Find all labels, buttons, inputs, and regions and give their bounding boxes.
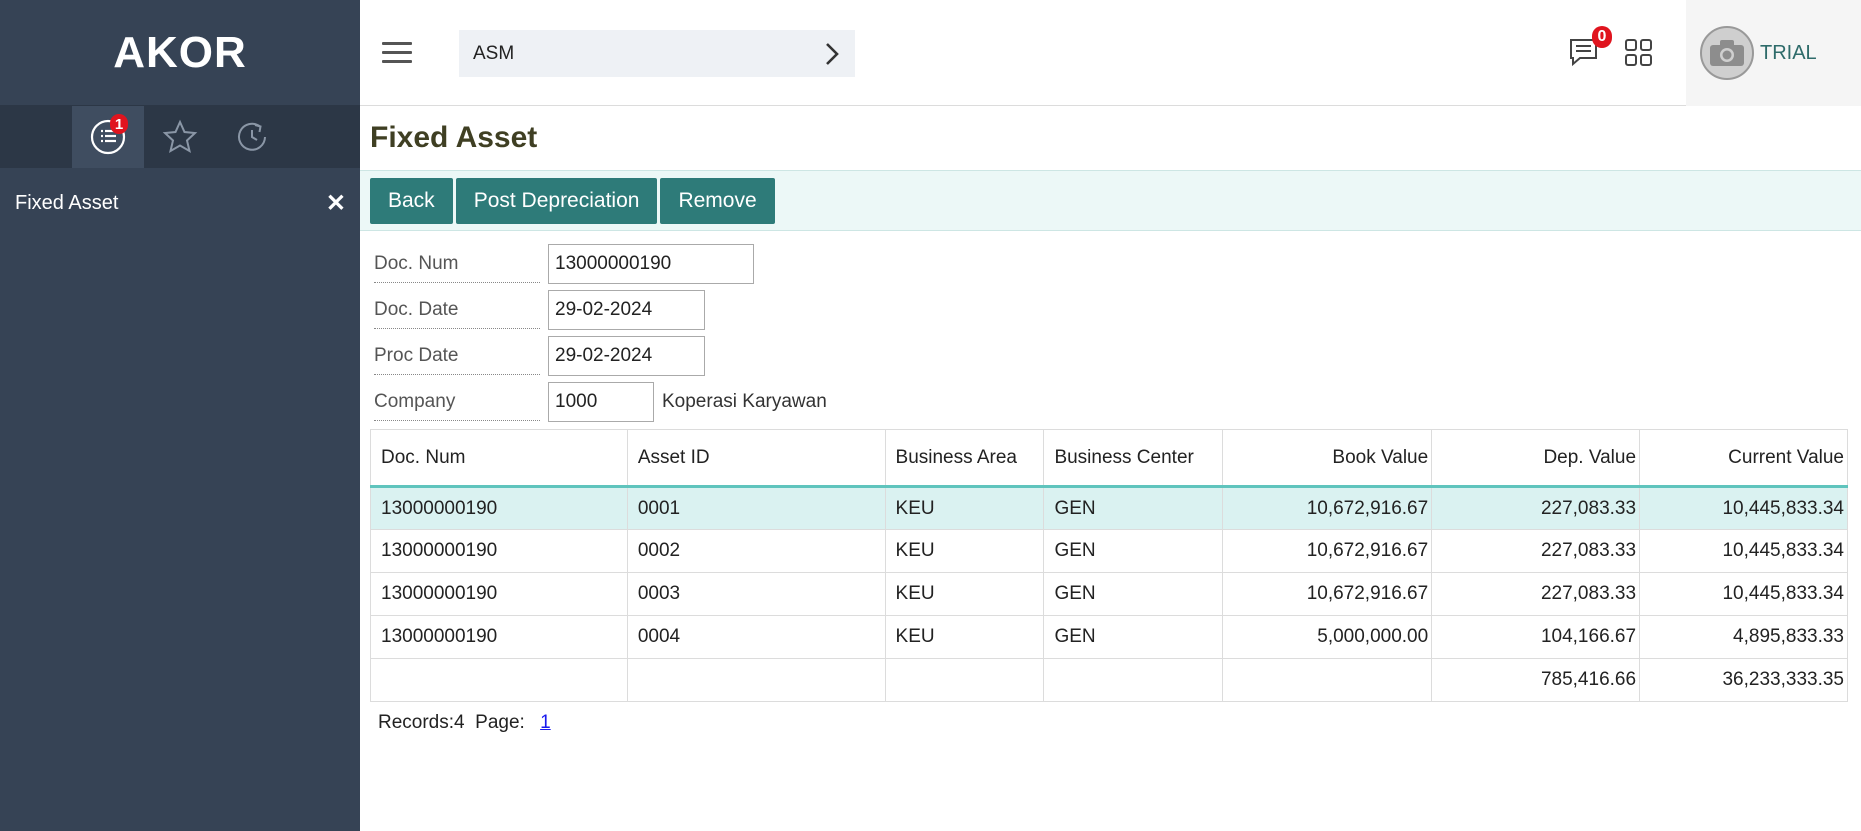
sidebar-tabs: 1 bbox=[0, 106, 360, 168]
table-row[interactable]: 13000000190 0003 KEU GEN 10,672,916.67 2… bbox=[370, 572, 1848, 616]
module-label: ASM bbox=[473, 42, 515, 64]
page-link-1[interactable]: 1 bbox=[540, 712, 551, 733]
page-label: Page: bbox=[475, 712, 525, 733]
message-count-badge: 0 bbox=[1592, 26, 1612, 48]
table-cell: 10,445,833.34 bbox=[1639, 572, 1848, 616]
column-header[interactable]: Business Center bbox=[1043, 429, 1224, 488]
table-cell: 5,000,000.00 bbox=[1222, 615, 1433, 659]
user-menu[interactable]: TRIAL bbox=[1686, 0, 1861, 106]
column-header[interactable]: Asset ID bbox=[626, 429, 886, 488]
main-content: Fixed Asset Back Post Depreciation Remov… bbox=[360, 107, 1861, 734]
company-name: Koperasi Karyawan bbox=[662, 391, 827, 412]
tab-menu-list[interactable]: 1 bbox=[72, 106, 144, 168]
table-cell: GEN bbox=[1043, 615, 1224, 659]
user-name: TRIAL bbox=[1760, 41, 1817, 64]
close-icon[interactable]: ✕ bbox=[326, 189, 346, 218]
brand-logo: AKOR bbox=[0, 0, 360, 106]
tab-history[interactable] bbox=[216, 106, 288, 168]
column-header[interactable]: Business Area bbox=[884, 429, 1045, 488]
apps-grid-icon[interactable] bbox=[1624, 38, 1654, 68]
table-header-row: Doc. Num Asset ID Business Area Business… bbox=[370, 429, 1848, 488]
doc-num-label: Doc. Num bbox=[374, 245, 540, 283]
table-cell: KEU bbox=[884, 486, 1045, 530]
table-cell: 13000000190 bbox=[370, 572, 628, 616]
column-header[interactable]: Dep. Value bbox=[1431, 429, 1641, 488]
proc-date-label: Proc Date bbox=[374, 337, 540, 375]
table-row[interactable]: 13000000190 0002 KEU GEN 10,672,916.67 2… bbox=[370, 529, 1848, 573]
table-cell: 13000000190 bbox=[370, 529, 628, 573]
doc-num-field[interactable] bbox=[548, 244, 754, 284]
total-current-value: 36,233,333.35 bbox=[1639, 658, 1848, 702]
column-header[interactable]: Book Value bbox=[1222, 429, 1433, 488]
table-cell: 4,895,833.33 bbox=[1639, 615, 1848, 659]
column-header[interactable]: Current Value bbox=[1639, 429, 1848, 488]
table-cell bbox=[884, 658, 1045, 702]
table-cell bbox=[370, 658, 628, 702]
table-cell: 0004 bbox=[626, 615, 886, 659]
table-cell: 10,672,916.67 bbox=[1222, 529, 1433, 573]
pagination: Records:4 Page: 1 bbox=[360, 702, 1861, 734]
avatar bbox=[1700, 26, 1754, 80]
table-cell: KEU bbox=[884, 572, 1045, 616]
table-row[interactable]: 13000000190 0004 KEU GEN 5,000,000.00 10… bbox=[370, 615, 1848, 659]
header-form: Doc. Num Doc. Date Proc Date Company Kop… bbox=[360, 231, 1861, 425]
sidebar-item-label: Fixed Asset bbox=[15, 191, 119, 214]
totals-row: 785,416.66 36,233,333.35 bbox=[370, 658, 1848, 702]
form-row-proc-date: Proc Date bbox=[374, 333, 1861, 379]
form-row-doc-date: Doc. Date bbox=[374, 287, 1861, 333]
doc-date-label: Doc. Date bbox=[374, 291, 540, 329]
remove-button[interactable]: Remove bbox=[660, 177, 775, 224]
company-field[interactable] bbox=[548, 382, 654, 422]
table-cell: KEU bbox=[884, 529, 1045, 573]
table-cell: 10,672,916.67 bbox=[1222, 486, 1433, 530]
tab-favorites[interactable] bbox=[144, 106, 216, 168]
total-dep-value: 785,416.66 bbox=[1431, 658, 1641, 702]
chevron-right-icon bbox=[826, 42, 839, 65]
table-cell bbox=[1222, 658, 1433, 702]
table-cell bbox=[1043, 658, 1224, 702]
module-selector[interactable]: ASM bbox=[459, 30, 855, 77]
history-icon bbox=[238, 122, 266, 151]
doc-date-field[interactable] bbox=[548, 290, 705, 330]
table-cell: 13000000190 bbox=[370, 486, 628, 530]
table-cell: 104,166.67 bbox=[1431, 615, 1641, 659]
sidebar: AKOR 1 Fixed Asset ✕ bbox=[0, 0, 360, 831]
table-row[interactable]: 13000000190 0001 KEU GEN 10,672,916.67 2… bbox=[370, 486, 1848, 530]
menu-badge: 1 bbox=[110, 114, 128, 134]
table-cell: 227,083.33 bbox=[1431, 529, 1641, 573]
toolbar: Back Post Depreciation Remove bbox=[360, 170, 1861, 231]
post-depreciation-button[interactable]: Post Depreciation bbox=[455, 177, 658, 224]
sidebar-item-fixed-asset[interactable]: Fixed Asset ✕ bbox=[0, 168, 360, 238]
table-cell: 0002 bbox=[626, 529, 886, 573]
table-cell: KEU bbox=[884, 615, 1045, 659]
table-cell: GEN bbox=[1043, 529, 1224, 573]
star-icon bbox=[162, 119, 198, 154]
hamburger-menu-icon[interactable] bbox=[382, 42, 412, 64]
camera-icon bbox=[1710, 40, 1744, 66]
table-cell: 10,672,916.67 bbox=[1222, 572, 1433, 616]
table-cell: 10,445,833.34 bbox=[1639, 486, 1848, 530]
asset-table: Doc. Num Asset ID Business Area Business… bbox=[370, 429, 1848, 702]
column-header[interactable]: Doc. Num bbox=[370, 429, 628, 488]
table-cell: GEN bbox=[1043, 572, 1224, 616]
back-button[interactable]: Back bbox=[370, 177, 453, 224]
table-cell bbox=[626, 658, 886, 702]
company-label: Company bbox=[374, 383, 540, 421]
proc-date-field[interactable] bbox=[548, 336, 705, 376]
form-row-doc-num: Doc. Num bbox=[374, 241, 1861, 287]
table-cell: 0003 bbox=[626, 572, 886, 616]
records-count: Records:4 bbox=[378, 712, 465, 733]
top-bar: ASM 0 TRIAL bbox=[360, 0, 1861, 106]
table-cell: 227,083.33 bbox=[1431, 572, 1641, 616]
table-cell: 10,445,833.34 bbox=[1639, 529, 1848, 573]
table-cell: 0001 bbox=[626, 486, 886, 530]
form-row-company: Company Koperasi Karyawan bbox=[374, 379, 1861, 425]
table-cell: 13000000190 bbox=[370, 615, 628, 659]
table-cell: 227,083.33 bbox=[1431, 486, 1641, 530]
page-title: Fixed Asset bbox=[370, 121, 538, 154]
table-cell: GEN bbox=[1043, 486, 1224, 530]
